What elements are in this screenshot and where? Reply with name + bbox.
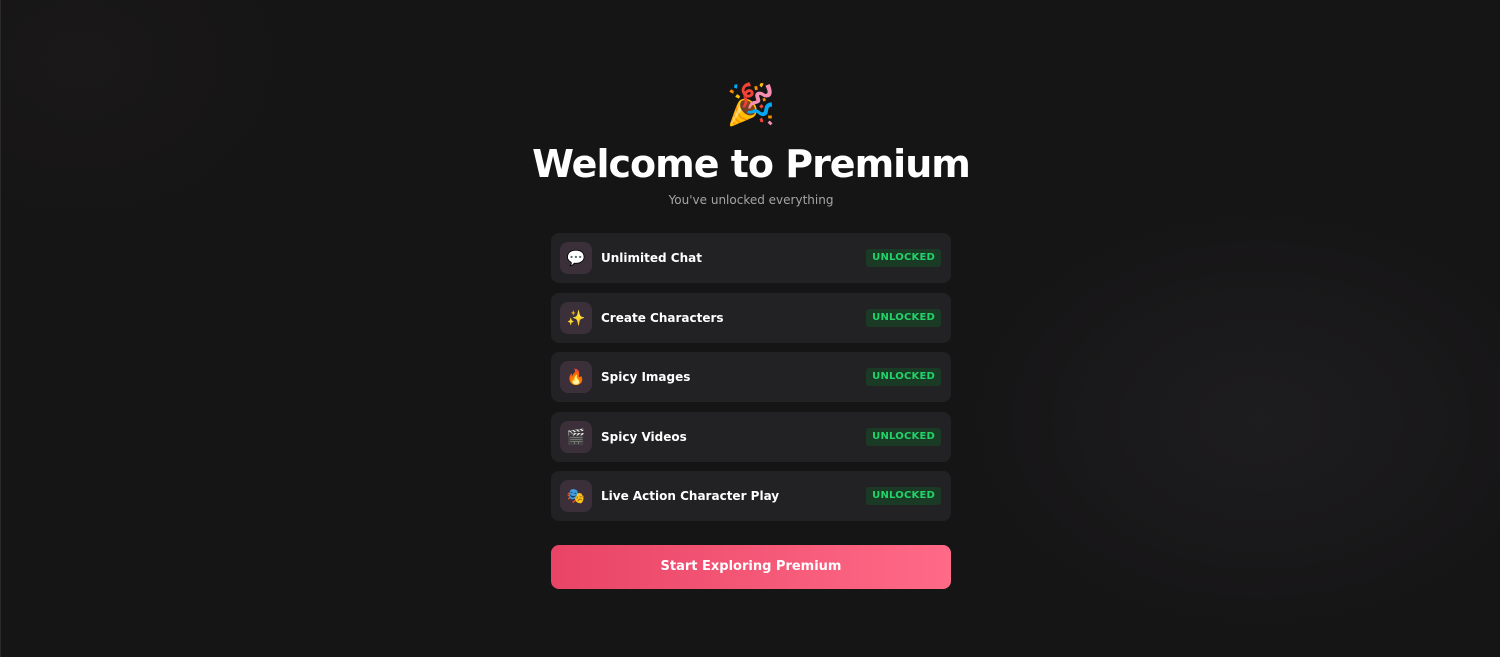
party-popper-icon: 🎉	[726, 82, 776, 128]
feature-item-spicy-images: 🔥 Spicy Images UNLOCKED	[551, 352, 951, 402]
fire-icon: 🔥	[560, 361, 592, 393]
theater-masks-icon: 🎭	[560, 480, 592, 512]
feature-label: Live Action Character Play	[601, 489, 780, 503]
speech-bubble-icon: 💬	[560, 242, 592, 274]
feature-label: Create Characters	[601, 310, 724, 325]
feature-label: Spicy Videos	[601, 429, 687, 444]
feature-item-create-characters: ✨ Create Characters UNLOCKED	[551, 292, 951, 343]
start-exploring-premium-button[interactable]: Start Exploring Premium	[551, 545, 951, 589]
status-badge: UNLOCKED	[866, 249, 941, 267]
feature-item-spicy-videos: 🎬 Spicy Videos UNLOCKED	[551, 411, 951, 462]
sparkles-icon: ✨	[560, 301, 592, 334]
status-badge: UNLOCKED	[866, 308, 941, 327]
feature-item-live-action-character-play: 🎭 Live Action Character Play UNLOCKED	[551, 471, 951, 521]
feature-label: Spicy Images	[601, 370, 691, 384]
page-title: Welcome to Premium	[532, 142, 971, 186]
feature-list: 💬 Unlimited Chat UNLOCKED ✨ Create Chara…	[551, 233, 951, 531]
clapperboard-icon: 🎬	[560, 420, 592, 453]
status-badge: UNLOCKED	[866, 427, 941, 446]
feature-label: Unlimited Chat	[601, 251, 702, 265]
status-badge: UNLOCKED	[866, 368, 941, 386]
feature-item-unlimited-chat: 💬 Unlimited Chat UNLOCKED	[551, 233, 951, 283]
premium-welcome-page: 🎉 Welcome to Premium You've unlocked eve…	[0, 0, 1500, 657]
status-badge: UNLOCKED	[866, 487, 941, 505]
page-subtitle: You've unlocked everything	[668, 193, 834, 207]
